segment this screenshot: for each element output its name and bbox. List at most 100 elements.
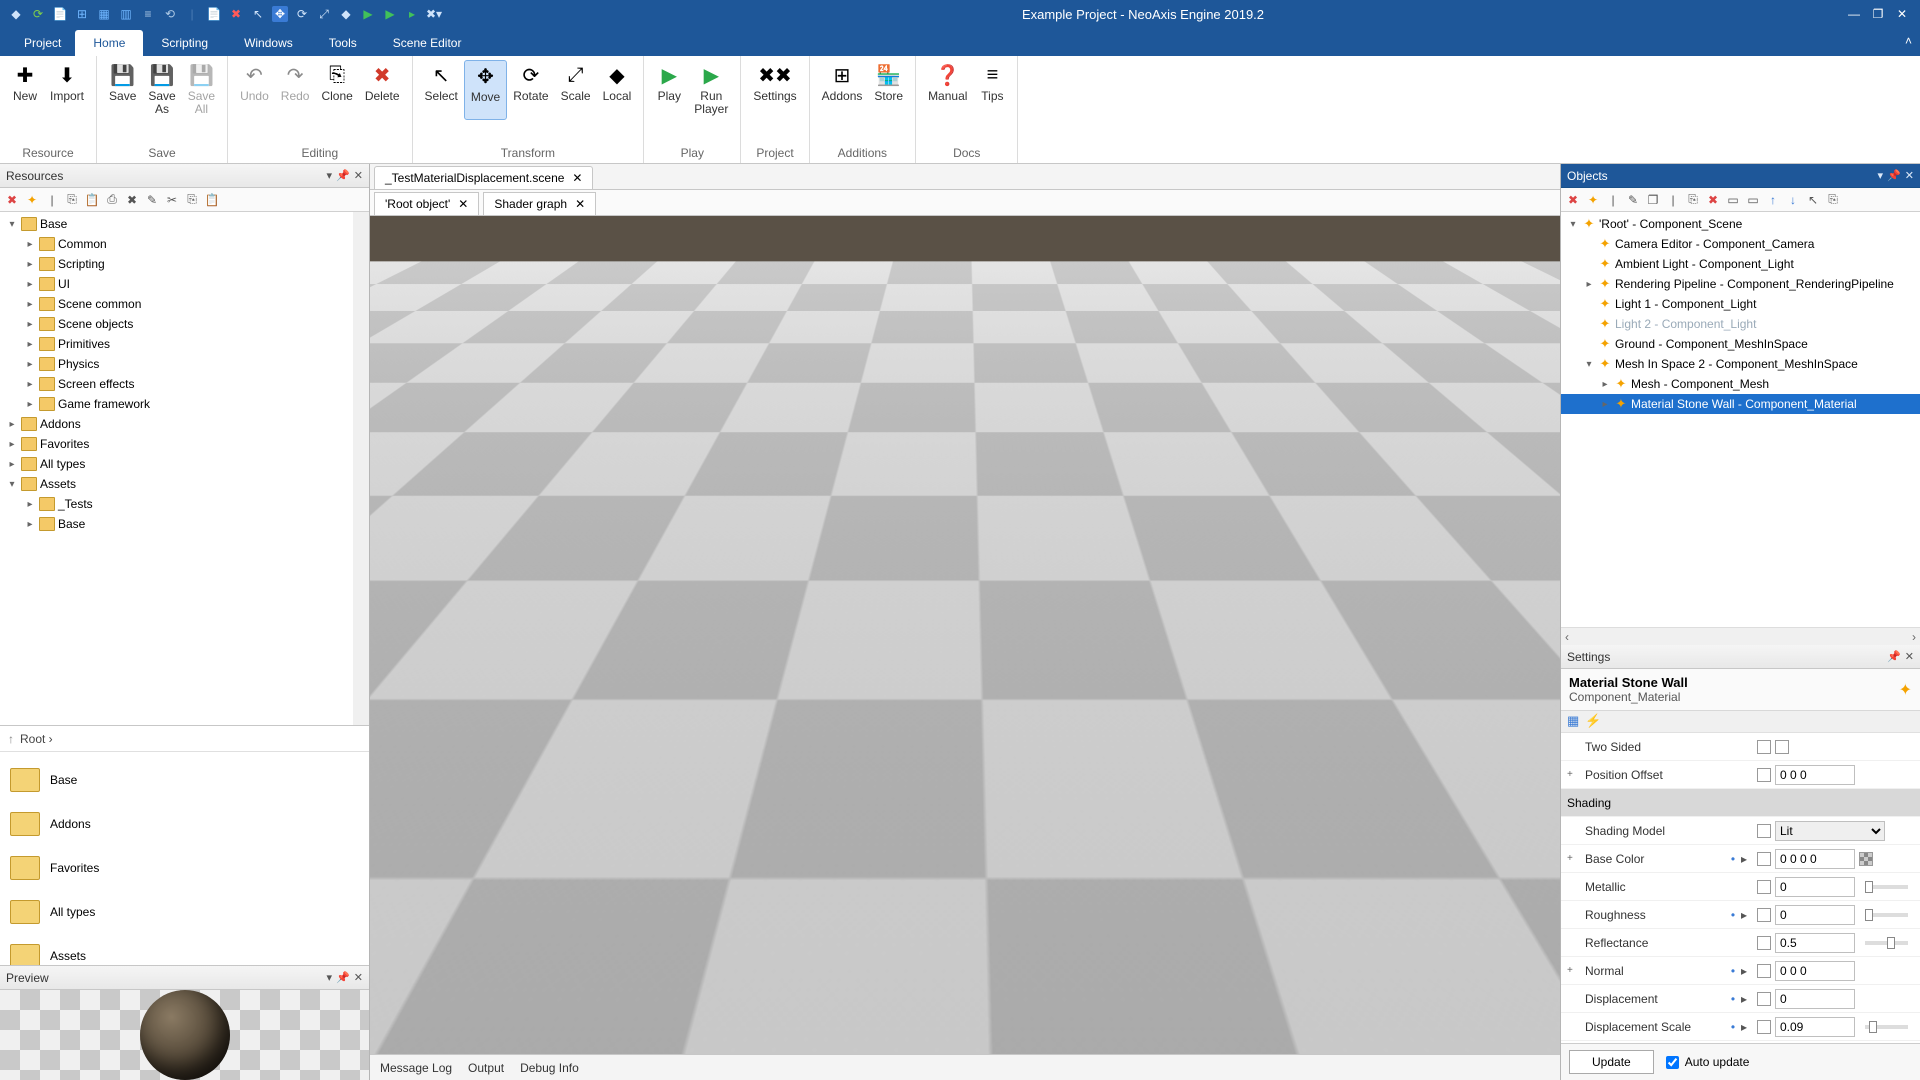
folder-item[interactable]: Favorites <box>6 846 363 890</box>
tree-node[interactable]: ▾Assets <box>0 474 353 494</box>
project-menu[interactable]: Project <box>10 30 75 56</box>
preview-viewport[interactable] <box>0 990 369 1080</box>
tool-icon[interactable]: 📋 <box>84 192 100 208</box>
qa-icon[interactable]: ⟲ <box>162 6 178 22</box>
tool-icon[interactable]: ✎ <box>144 192 160 208</box>
property-value-input[interactable] <box>1775 905 1855 925</box>
resources-tree[interactable]: ▾Base▸Common▸Scripting▸UI▸Scene common▸S… <box>0 212 353 725</box>
qa-icon[interactable]: ✖ <box>228 6 244 22</box>
property-slider[interactable] <box>1865 913 1908 917</box>
dropdown-icon[interactable]: ▾ <box>327 169 333 182</box>
up-icon[interactable]: ↑ <box>8 732 14 746</box>
tool-icon[interactable]: ↑ <box>1765 192 1781 208</box>
close-tab-icon[interactable]: ✕ <box>572 171 582 185</box>
object-tree-node[interactable]: ✦Ground - Component_MeshInSpace <box>1561 334 1920 354</box>
save-all-button[interactable]: 💾SaveAll <box>182 60 221 118</box>
tree-twisty-icon[interactable]: ▾ <box>6 219 18 230</box>
tree-node[interactable]: ▸Scene objects <box>0 314 353 334</box>
auto-update-checkbox[interactable]: Auto update <box>1666 1055 1750 1069</box>
tool-icon[interactable]: ▭ <box>1745 192 1761 208</box>
color-swatch[interactable] <box>1757 992 1771 1006</box>
document-tab[interactable]: _TestMaterialDisplacement.scene ✕ <box>374 166 593 189</box>
tree-twisty-icon[interactable]: ▸ <box>24 499 36 510</box>
property-menu-icon[interactable]: ▸ <box>1741 1020 1753 1034</box>
qa-icon[interactable]: 📄 <box>206 6 222 22</box>
clone-button[interactable]: ⎘Clone <box>315 60 358 118</box>
tree-node[interactable]: ▾Base <box>0 214 353 234</box>
qa-icon[interactable]: ↖ <box>250 6 266 22</box>
keyed-indicator-icon[interactable]: • <box>1729 852 1737 866</box>
property-value-input[interactable] <box>1775 849 1855 869</box>
run-player-button[interactable]: ▶RunPlayer <box>688 60 734 118</box>
object-tree-node[interactable]: ▸✦Rendering Pipeline - Component_Renderi… <box>1561 274 1920 294</box>
tree-node[interactable]: ▸Scene common <box>0 294 353 314</box>
object-tree-node[interactable]: ▸✦Mesh - Component_Mesh <box>1561 374 1920 394</box>
tree-node[interactable]: ▸Scripting <box>0 254 353 274</box>
close-panel-icon[interactable]: ✕ <box>1905 650 1914 663</box>
tool-icon[interactable]: ⎘ <box>184 192 200 208</box>
local-button[interactable]: ◆Local <box>597 60 638 118</box>
tree-twisty-icon[interactable]: ▾ <box>6 479 18 490</box>
settings-button[interactable]: ✖✖Settings <box>747 60 802 118</box>
object-tree-node[interactable]: ▾✦Mesh In Space 2 - Component_MeshInSpac… <box>1561 354 1920 374</box>
object-tree-node[interactable]: ✦Light 2 - Component_Light <box>1561 314 1920 334</box>
property-menu-icon[interactable]: ▸ <box>1741 992 1753 1006</box>
color-swatch[interactable] <box>1757 908 1771 922</box>
manual-button[interactable]: ❓Manual <box>922 60 973 118</box>
tool-icon[interactable]: ↖ <box>1805 192 1821 208</box>
qa-icon[interactable]: 📄 <box>52 6 68 22</box>
tree-node[interactable]: ▸Game framework <box>0 394 353 414</box>
tree-node[interactable]: ▸Base <box>0 514 353 534</box>
tree-twisty-icon[interactable]: ▸ <box>24 399 36 410</box>
tool-icon[interactable]: ⎙ <box>104 192 120 208</box>
expand-icon[interactable]: + <box>1567 769 1581 780</box>
tool-icon[interactable]: ⎘ <box>1825 192 1841 208</box>
play-button[interactable]: ▶Play <box>650 60 688 118</box>
tool-icon[interactable]: ▭ <box>1725 192 1741 208</box>
property-menu-icon[interactable]: ▸ <box>1741 964 1753 978</box>
keyed-indicator-icon[interactable]: • <box>1729 964 1737 978</box>
tree-twisty-icon[interactable]: ▸ <box>24 379 36 390</box>
color-swatch[interactable] <box>1757 964 1771 978</box>
tree-twisty-icon[interactable]: ▸ <box>6 439 18 450</box>
qa-icon[interactable]: ⤢ <box>316 6 332 22</box>
folder-item[interactable]: Assets <box>6 934 363 965</box>
checkbox[interactable] <box>1775 740 1789 754</box>
subtab-shader-graph[interactable]: Shader graph ✕ <box>483 192 596 215</box>
qa-icon[interactable]: ✥ <box>272 6 288 22</box>
close-panel-icon[interactable]: ✕ <box>354 169 363 182</box>
tool-icon[interactable]: ✖ <box>1565 192 1581 208</box>
redo-button[interactable]: ↷Redo <box>275 60 316 118</box>
ribbon-tab-home[interactable]: Home <box>75 30 143 56</box>
tree-node[interactable]: ▸Addons <box>0 414 353 434</box>
tree-node[interactable]: ▸_Tests <box>0 494 353 514</box>
tree-twisty-icon[interactable]: ▸ <box>24 319 36 330</box>
pin-icon[interactable]: 📌 <box>336 971 350 984</box>
qa-icon[interactable]: ▸ <box>404 6 420 22</box>
tool-icon[interactable]: ⎘ <box>64 192 80 208</box>
checkbox[interactable] <box>1757 740 1771 754</box>
tool-icon[interactable]: ✂ <box>164 192 180 208</box>
expand-icon[interactable]: + <box>1567 853 1581 864</box>
qa-icon[interactable]: ▶ <box>360 6 376 22</box>
color-swatch[interactable] <box>1757 824 1771 838</box>
tree-twisty-icon[interactable]: ▸ <box>24 519 36 530</box>
addons-button[interactable]: ⊞Addons <box>816 60 869 118</box>
tree-node[interactable]: ▸Screen effects <box>0 374 353 394</box>
close-panel-icon[interactable]: ✕ <box>1905 169 1914 182</box>
horizontal-scrollbar[interactable]: ‹› <box>1561 627 1920 645</box>
pin-icon[interactable]: 📌 <box>336 169 350 182</box>
store-button[interactable]: 🏪Store <box>868 60 909 118</box>
tree-twisty-icon[interactable]: ▸ <box>24 259 36 270</box>
object-tree-node[interactable]: ✦Camera Editor - Component_Camera <box>1561 234 1920 254</box>
subtab-root-object[interactable]: 'Root object' ✕ <box>374 192 479 215</box>
tool-icon[interactable]: ✖ <box>4 192 20 208</box>
tree-twisty-icon[interactable]: ▾ <box>1567 219 1579 230</box>
color-swatch[interactable] <box>1757 936 1771 950</box>
property-value-input[interactable] <box>1775 765 1855 785</box>
tree-node[interactable]: ▸Favorites <box>0 434 353 454</box>
pin-icon[interactable]: 📌 <box>1887 650 1901 663</box>
tree-twisty-icon[interactable]: ▸ <box>1599 399 1611 410</box>
import-button[interactable]: ⬇Import <box>44 60 90 118</box>
qa-icon[interactable]: ⊞ <box>74 6 90 22</box>
